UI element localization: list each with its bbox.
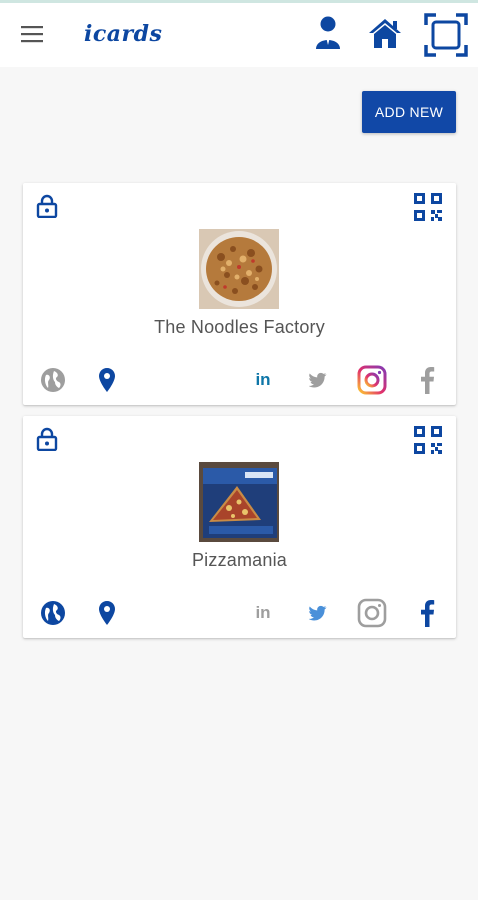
app-brand[interactable]: icards — [84, 21, 162, 47]
facebook-icon[interactable] — [415, 365, 439, 395]
pizza-photo-icon — [199, 462, 279, 542]
website-icon[interactable] — [38, 598, 68, 628]
add-new-button[interactable]: ADD NEW — [362, 91, 456, 133]
location-pin-icon[interactable] — [95, 365, 119, 395]
lock-icon[interactable] — [36, 194, 58, 218]
linkedin-icon[interactable]: in — [250, 598, 276, 628]
card-title[interactable]: Pizzamania — [23, 550, 456, 571]
location-pin-icon[interactable] — [95, 598, 119, 628]
app-bar: icards — [0, 3, 478, 67]
scan-icon[interactable] — [424, 13, 468, 57]
card-image — [199, 229, 279, 309]
instagram-icon[interactable] — [357, 598, 387, 628]
user-icon[interactable] — [313, 15, 343, 51]
twitter-icon[interactable] — [306, 365, 330, 395]
card-pizzamania[interactable]: Pizzamania in — [23, 416, 456, 638]
qr-code-icon[interactable] — [413, 425, 443, 455]
card-title[interactable]: The Noodles Factory — [23, 317, 456, 338]
menu-icon[interactable] — [20, 23, 46, 45]
linkedin-icon[interactable]: in — [250, 365, 276, 395]
home-icon[interactable] — [367, 15, 403, 51]
qr-code-icon[interactable] — [413, 192, 443, 222]
facebook-icon[interactable] — [415, 598, 439, 628]
twitter-icon[interactable] — [306, 598, 330, 628]
website-icon[interactable] — [38, 365, 68, 395]
card-noodles-factory[interactable]: The Noodles Factory in — [23, 183, 456, 405]
noodles-photo-icon — [199, 229, 279, 309]
lock-icon[interactable] — [36, 427, 58, 451]
instagram-icon[interactable] — [357, 365, 387, 395]
card-image — [199, 462, 279, 542]
